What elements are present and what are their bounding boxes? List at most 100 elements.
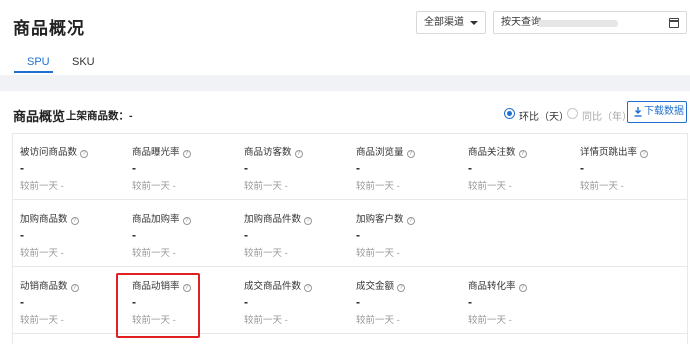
metric-compare: 较前一天 - [132, 181, 176, 192]
metric-label: 加购客户数? [356, 211, 415, 225]
metric-card: 成交商品件数? - 较前一天 - [237, 268, 349, 334]
metric-label: 商品关注数? [468, 144, 527, 158]
metric-value: - [356, 228, 360, 242]
metric-value: - [356, 295, 360, 309]
help-icon[interactable]: ? [406, 150, 415, 158]
date-picker[interactable]: 按天查询 [493, 11, 687, 34]
metric-value: - [468, 161, 472, 175]
metric-compare: 较前一天 - [20, 248, 64, 259]
metric-card: 商品访客数? - 较前一天 - [237, 134, 349, 200]
help-icon[interactable]: ? [640, 150, 649, 158]
download-label: 下载数据 [644, 106, 684, 117]
metric-card: 加购客户数? - 较前一天 - [349, 201, 461, 267]
metric-label-text: 商品曝光率 [132, 147, 180, 158]
metric-compare: 较前一天 - [244, 315, 288, 326]
metric-value: - [468, 295, 472, 309]
metric-card: 商品浏览量? - 较前一天 - [349, 134, 461, 200]
metric-value: - [20, 161, 24, 175]
date-value-redacted [538, 20, 618, 27]
channel-select[interactable]: 全部渠道 [416, 11, 486, 34]
metric-card: 商品转化率? - 较前一天 - [461, 268, 573, 334]
metric-card: 加购商品数? - 较前一天 - [13, 201, 125, 267]
metric-value: - [356, 161, 360, 175]
metric-label: 加购商品件数? [244, 211, 313, 225]
help-icon[interactable]: ? [294, 150, 303, 158]
help-icon[interactable]: ? [518, 284, 527, 292]
metric-label: 加购商品数? [20, 211, 79, 225]
radio-yoy-label[interactable]: 同比（年） [582, 108, 632, 123]
calendar-icon [669, 18, 679, 28]
metric-compare: 较前一天 - [468, 181, 512, 192]
metric-compare: 较前一天 - [356, 315, 400, 326]
metric-label: 成交金额? [356, 278, 406, 292]
metric-label-text: 动销商品数 [20, 281, 68, 292]
metric-card: 成交金额? - 较前一天 - [349, 268, 461, 334]
metrics-grid: 被访问商品数? - 较前一天 - 商品曝光率? - 较前一天 - 商品访客数? - 较前一天 -… [12, 133, 688, 344]
help-icon[interactable]: ? [182, 150, 191, 158]
metric-card: 加购商品件数? - 较前一天 - [237, 201, 349, 267]
metrics-row: 被访问商品数? - 较前一天 - 商品曝光率? - 较前一天 - 商品访客数? - 较前一天 -… [13, 134, 687, 200]
metric-label: 被访问商品数? [20, 144, 89, 158]
tab-spu[interactable]: SPU [27, 56, 50, 68]
help-icon[interactable]: ? [70, 284, 79, 292]
metric-card: 商品加购率? - 较前一天 - [125, 201, 237, 267]
metric-compare: 较前一天 - [468, 315, 512, 326]
metric-label: 商品加购率? [132, 211, 191, 225]
metric-label-text: 商品浏览量 [356, 147, 404, 158]
help-icon[interactable]: ? [518, 150, 527, 158]
caret-down-icon [470, 21, 478, 25]
metric-label-text: 被访问商品数 [20, 147, 78, 158]
channel-select-value: 全部渠道 [424, 17, 464, 28]
metric-compare: 较前一天 - [580, 181, 624, 192]
metric-card: 商品关注数? - 较前一天 - [461, 134, 573, 200]
help-icon[interactable]: ? [80, 150, 89, 158]
metric-label: 商品浏览量? [356, 144, 415, 158]
help-icon[interactable]: ? [304, 284, 313, 292]
listed-count: 上架商品数：- [66, 110, 133, 122]
metric-label-text: 成交商品件数 [244, 281, 302, 292]
download-icon [634, 107, 642, 117]
metric-card: 被访问商品数? - 较前一天 - [13, 134, 125, 200]
page-header: 商品概况 全部渠道 按天查询 SPU SKU [0, 0, 690, 75]
metric-label: 详情页跳出率? [580, 144, 649, 158]
metric-compare: 较前一天 - [132, 248, 176, 259]
metric-card: 详情页跳出率? - 较前一天 - [573, 134, 685, 200]
metrics-row: 动销商品数? - 较前一天 - 商品动销率? - 较前一天 - 成交商品件数? - 较前一天 -… [13, 268, 687, 334]
help-icon[interactable]: ? [304, 217, 313, 225]
metric-label: 商品曝光率? [132, 144, 191, 158]
metric-label: 商品转化率? [468, 278, 527, 292]
help-icon[interactable]: ? [70, 217, 79, 225]
tab-sku[interactable]: SKU [72, 56, 95, 68]
page-title: 商品概况 [13, 19, 85, 38]
metric-label-text: 加购客户数 [356, 214, 404, 225]
metric-label-text: 商品转化率 [468, 281, 516, 292]
metric-value: - [580, 161, 584, 175]
metric-compare: 较前一天 - [20, 315, 64, 326]
overview-panel: 商品概览 上架商品数：- 环比（天） 同比（年） 下载数据 被访问商品数? - 较前… [0, 91, 690, 344]
help-icon[interactable]: ? [397, 284, 406, 292]
metric-value: - [244, 161, 248, 175]
metric-value: - [132, 161, 136, 175]
metric-card: 商品曝光率? - 较前一天 - [125, 134, 237, 200]
help-icon[interactable]: ? [182, 217, 191, 225]
metric-compare: 较前一天 - [356, 248, 400, 259]
section-title: 商品概览 [13, 109, 66, 124]
metric-label-text: 商品关注数 [468, 147, 516, 158]
metric-value: - [244, 295, 248, 309]
metric-label-text: 商品加购率 [132, 214, 180, 225]
metric-value: - [20, 228, 24, 242]
radio-mom-label[interactable]: 环比（天） [519, 108, 569, 123]
metric-compare: 较前一天 - [244, 181, 288, 192]
download-button[interactable]: 下载数据 [627, 101, 687, 123]
metric-label-text: 加购商品件数 [244, 214, 302, 225]
date-mode-label: 按天查询 [501, 17, 541, 28]
radio-mom[interactable] [504, 108, 515, 119]
help-icon[interactable]: ? [406, 217, 415, 225]
metric-label-text: 详情页跳出率 [580, 147, 638, 158]
metric-value: - [132, 228, 136, 242]
metrics-row: 加购商品数? - 较前一天 - 商品加购率? - 较前一天 - 加购商品件数? - 较前一天 -… [13, 201, 687, 267]
metric-label-text: 商品访客数 [244, 147, 292, 158]
highlight-annotation [116, 273, 200, 338]
radio-yoy[interactable] [567, 108, 578, 119]
metric-value: - [20, 295, 24, 309]
